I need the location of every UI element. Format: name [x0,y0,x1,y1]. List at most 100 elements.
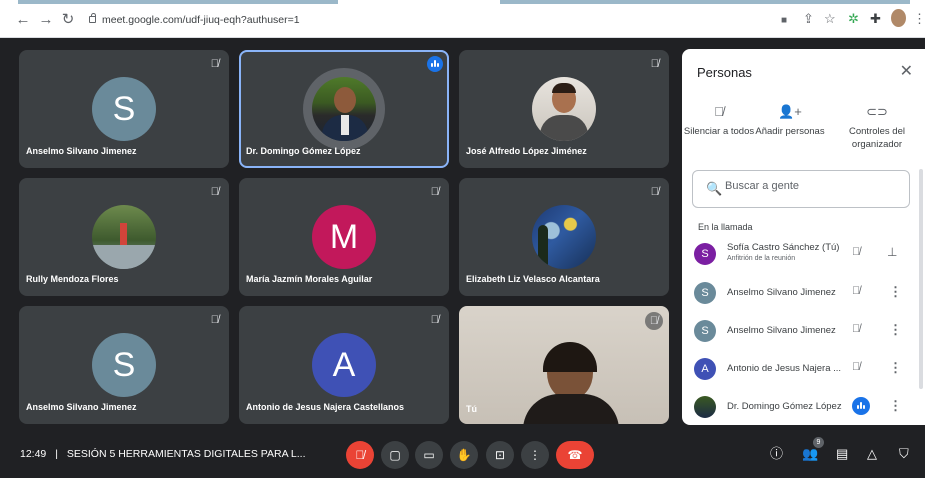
present-button[interactable]: ⊡ [486,441,514,469]
participant-row[interactable]: S Sofía Castro Sánchez (Tú) Anfitrión de… [682,240,925,270]
mic-off-icon: 🎙̸ [430,314,439,326]
host-controls-label: Controles del organizador [849,126,905,150]
profile-avatar[interactable] [891,9,906,27]
participant-tile[interactable]: S 🎙̸ Anselmo Silvano Jimenez [19,306,229,424]
activities-icon[interactable]: △ [867,446,877,462]
avatar: S [694,282,716,304]
mic-off-icon: 🎙̸ [210,186,219,198]
participant-tile[interactable]: A 🎙̸ Antonio de Jesus Najera Castellanos [239,306,449,424]
participant-tile[interactable]: 🎙̸ Elizabeth Liz Velasco Alcantara [459,178,669,296]
hang-up-icon: ☎ [567,448,583,462]
close-icon[interactable]: ✕ [900,61,913,81]
more-options-icon[interactable]: ⋮ [889,322,902,338]
self-video-tile[interactable]: 🎙̸ Tú [459,306,669,424]
mic-off-icon: 🎙̸ [650,58,659,70]
address-bar-url[interactable]: meet.google.com/udf-jiuq-eqh?authuser=1 [102,14,300,26]
pin-icon[interactable]: ⊥ [887,245,897,259]
more-options-icon[interactable]: ⋮ [889,360,902,376]
people-icon[interactable]: 👥 [802,446,818,462]
participant-name: Dr. Domingo Gómez López [246,146,361,156]
lock-icon[interactable] [89,13,96,23]
panel-title: Personas [697,65,752,80]
tab-strip-left [18,0,338,4]
participant-tile[interactable]: Dr. Domingo Gómez López [239,50,449,168]
participant-name: José Alfredo López Jiménez [466,146,587,156]
more-options-icon[interactable]: ⋮ [889,398,902,414]
host-shield-icon[interactable]: ⛉ [899,446,909,462]
mic-off-icon: 🎙̸ [430,186,439,198]
avatar: S [694,320,716,342]
forward-icon[interactable]: → [37,12,55,28]
participant-tile[interactable]: M 🎙̸ María Jazmín Morales Aguilar [239,178,449,296]
more-options-icon[interactable]: ⋮ [889,284,902,300]
participant-tile[interactable]: 🎙̸ José Alfredo López Jiménez [459,50,669,168]
menu-icon[interactable]: ⋮ [913,11,925,27]
participant-tile[interactable]: 🎙̸ Rully Mendoza Flores [19,178,229,296]
extension-icon[interactable]: ✲ [848,11,859,27]
back-icon[interactable]: ← [14,12,32,28]
present-icon: ⊡ [494,448,506,462]
captions-button[interactable]: ▭ [415,441,443,469]
participant-row[interactable]: Dr. Domingo Gómez López ⋮ [682,393,925,423]
tab-strip-right [500,0,910,4]
participant-name: Anselmo Silvano Jimenez [26,146,137,156]
mic-toggle-button[interactable]: 🎙̸ [346,441,374,469]
mic-off-icon[interactable]: 🎙̸ [852,361,860,373]
mic-off-icon[interactable]: 🎙̸ [852,323,860,335]
mute-all-button[interactable]: 🎙̸ Silenciar a todos [682,105,759,138]
participant-name: Sofía Castro Sánchez (Tú) [727,242,840,253]
puzzle-icon[interactable]: ✚ [870,11,881,27]
camera-toggle-button[interactable]: ▢ [381,441,409,469]
meeting-title: SESIÓN 5 HERRAMIENTAS DIGITALES PARA L..… [66,448,306,460]
participant-name: Tú [466,404,477,414]
browser-toolbar: ← → ↻ meet.google.com/udf-jiuq-eqh?authu… [0,0,925,38]
mute-all-label: Silenciar a todos [683,126,755,137]
people-panel: Personas ✕ 🎙̸ Silenciar a todos 👤+ Añadi… [682,49,925,425]
section-label: En la llamada [698,222,753,232]
avatar [532,205,596,269]
add-person-icon: 👤+ [778,104,802,119]
meeting-controls-bar: 12:49 | SESIÓN 5 HERRAMIENTAS DIGITALES … [0,432,925,478]
avatar [92,205,156,269]
cast-icon[interactable]: ■ [781,13,787,29]
camera-icon: ▢ [389,448,401,462]
meeting-time: 12:49 [20,448,47,460]
mic-off-icon[interactable]: 🎙̸ [852,285,860,297]
reload-icon[interactable]: ↻ [59,12,77,28]
avatar [312,77,376,141]
participant-row[interactable]: S Anselmo Silvano Jimenez 🎙̸ ⋮ [682,279,925,309]
mic-off-icon: 🎙̸ [210,58,219,70]
participant-row[interactable]: A Antonio de Jesus Najera ... 🎙̸ ⋮ [682,355,925,385]
participant-role: Anfitrión de la reunión [727,255,796,262]
participant-name: Anselmo Silvano Jimenez [26,402,137,412]
mic-off-icon: 🎙̸ [714,104,724,119]
speaking-indicator-icon [852,397,870,415]
more-options-icon: ⋮ [529,448,541,462]
mic-off-icon[interactable]: 🎙̸ [852,246,860,258]
chat-icon[interactable]: ▤ [836,446,848,462]
panel-scrollbar[interactable] [919,169,923,389]
participant-name: Anselmo Silvano Jimenez [727,325,836,336]
more-options-button[interactable]: ⋮ [521,441,549,469]
avatar: S [92,77,156,141]
participant-tile[interactable]: S 🎙̸ Anselmo Silvano Jimenez [19,50,229,168]
host-controls-button[interactable]: ⊂⊃ Controles del organizador [834,105,920,151]
participant-name: María Jazmín Morales Aguilar [246,274,373,284]
add-people-button[interactable]: 👤+ Añadir personas [750,105,830,138]
captions-icon: ▭ [423,448,435,462]
avatar: A [694,358,716,380]
raise-hand-button[interactable]: ✋ [450,441,478,469]
avatar: M [312,205,376,269]
search-input[interactable] [725,180,895,192]
hang-up-button[interactable]: ☎ [556,441,594,469]
star-icon[interactable]: ☆ [824,11,836,27]
people-search[interactable]: 🔍 [692,170,910,208]
toggle-icon: ⊂⊃ [866,104,888,119]
search-icon: 🔍 [706,181,723,196]
hand-icon: ✋ [456,448,472,462]
participant-row[interactable]: S Anselmo Silvano Jimenez 🎙̸ ⋮ [682,317,925,347]
share-icon[interactable]: ⇪ [803,11,814,27]
participant-name: Antonio de Jesus Najera ... [727,363,842,374]
info-icon[interactable]: ⓘ [770,446,783,462]
separator: | [55,448,58,460]
